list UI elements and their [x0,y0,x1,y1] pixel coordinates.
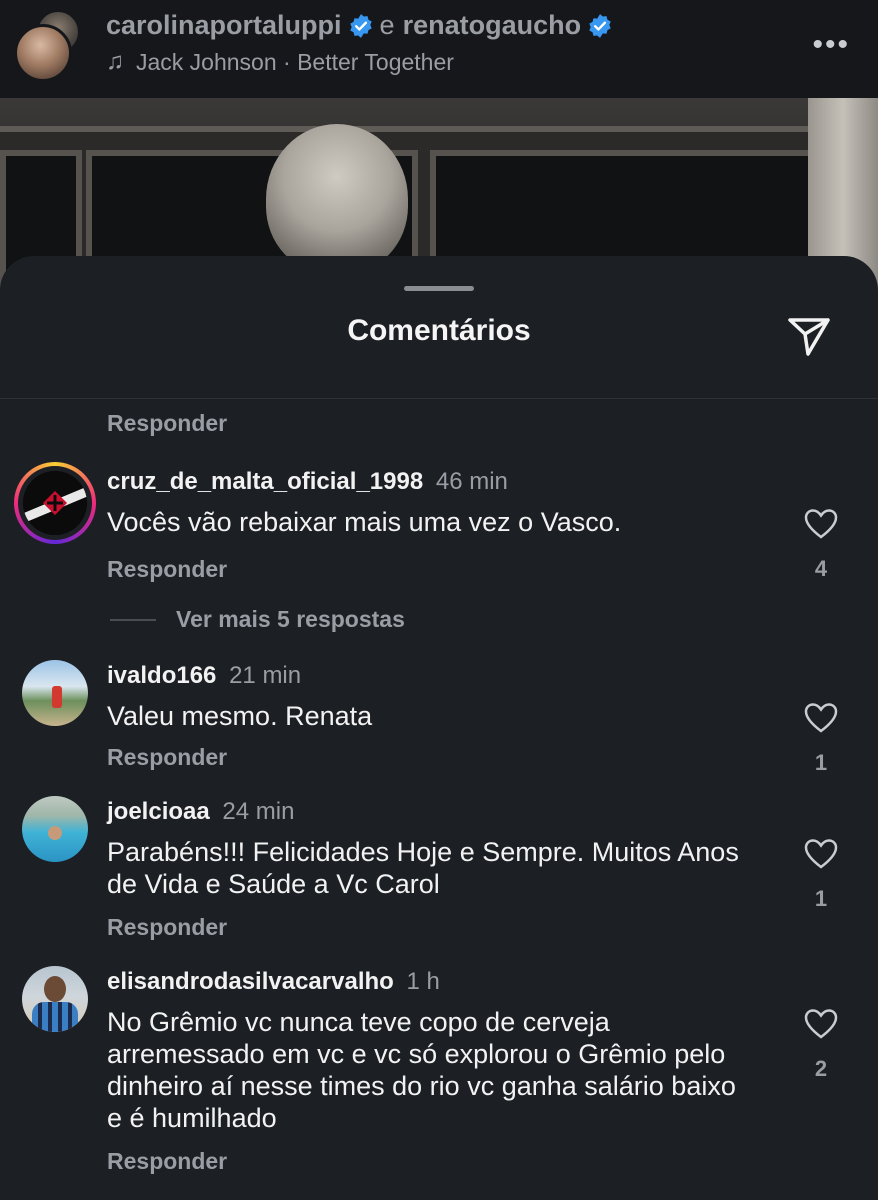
more-options-button[interactable]: ••• [812,28,850,62]
collab-avatars[interactable] [14,10,80,82]
avatar-carolinaportaluppi [14,24,72,82]
comment-text: Parabéns!!! Felicidades Hoje e Sempre. M… [107,837,739,899]
avatar-figure [52,686,62,708]
story-ring[interactable] [14,462,96,544]
comment-text: Valeu mesmo. Renata [107,701,373,731]
more-horizontal-icon: ••• [812,28,850,61]
vasco-crest-icon [23,471,87,535]
reply-button[interactable]: Responder [107,914,227,941]
sheet-title: Comentários [347,314,531,347]
author-link-1[interactable]: carolinaportaluppi [106,10,342,41]
replies-divider-line [110,618,156,621]
comment-meta: elisandrodasilvacarvalho 1 h [107,968,440,996]
heart-icon[interactable] [804,1008,838,1040]
reply-button[interactable]: Responder [107,410,227,437]
sheet-divider [0,398,878,399]
author-link-2[interactable]: renatogaucho [403,10,582,41]
comment-time: 46 min [435,468,508,495]
like-count: 4 [814,556,828,581]
like-count: 2 [814,1056,828,1081]
music-track: Jack Johnson · Better Together [136,48,454,75]
comment-meta: cruz_de_malta_oficial_1998 46 min [107,468,508,496]
avatar[interactable] [22,660,88,726]
sheet-grabber[interactable] [404,286,474,291]
comment-time: 1 h [406,968,440,995]
reply-button[interactable]: Responder [107,556,227,583]
comment-username[interactable]: ivaldo166 [107,662,216,689]
post-authors: carolinaportaluppi e renatogaucho [106,10,613,41]
heart-icon[interactable] [804,838,838,870]
author-connector: e [379,10,395,40]
music-note-icon: ♫ [106,48,124,75]
like-count: 1 [814,886,828,911]
avatar-face [44,976,66,1002]
view-more-replies-label: Ver mais 5 respostas [176,606,405,632]
like-count: 1 [814,750,828,775]
comment-meta: joelcioaa 24 min [107,798,294,826]
vasco-avatar [23,471,87,535]
send-icon[interactable] [784,310,834,360]
reply-button[interactable]: Responder [107,744,227,771]
comment-meta: ivaldo166 21 min [107,662,301,690]
heart-icon[interactable] [804,508,838,540]
view-more-replies[interactable]: Ver mais 5 respostas [110,606,405,633]
verified-badge-icon [349,13,372,38]
comments-sheet: Comentários Responder cruz_de_malta_ofic… [0,256,878,1200]
avatar-shirt [32,1002,78,1032]
comment-time: 24 min [222,798,295,825]
person-head [266,124,408,274]
post-header: carolinaportaluppi e renatogaucho ♫ Jack… [0,0,878,98]
music-info[interactable]: ♫ Jack Johnson · Better Together [106,48,454,76]
heart-icon[interactable] [804,702,838,734]
avatar[interactable] [22,796,88,862]
comment-username[interactable]: elisandrodasilvacarvalho [107,968,394,995]
avatar-figure [48,826,62,840]
verified-badge-icon [589,13,611,38]
comment-time: 21 min [229,662,302,689]
reply-button[interactable]: Responder [107,1148,227,1175]
comment-text: No Grêmio vc nunca teve copo de cerveja … [107,1007,736,1133]
story-ring-inner [18,466,92,540]
comment-username[interactable]: joelcioaa [107,798,210,825]
avatar[interactable] [22,966,88,1032]
comment-text: Vocês vão rebaixar mais uma vez o Vasco. [107,507,622,537]
comment-username[interactable]: cruz_de_malta_oficial_1998 [107,468,423,495]
